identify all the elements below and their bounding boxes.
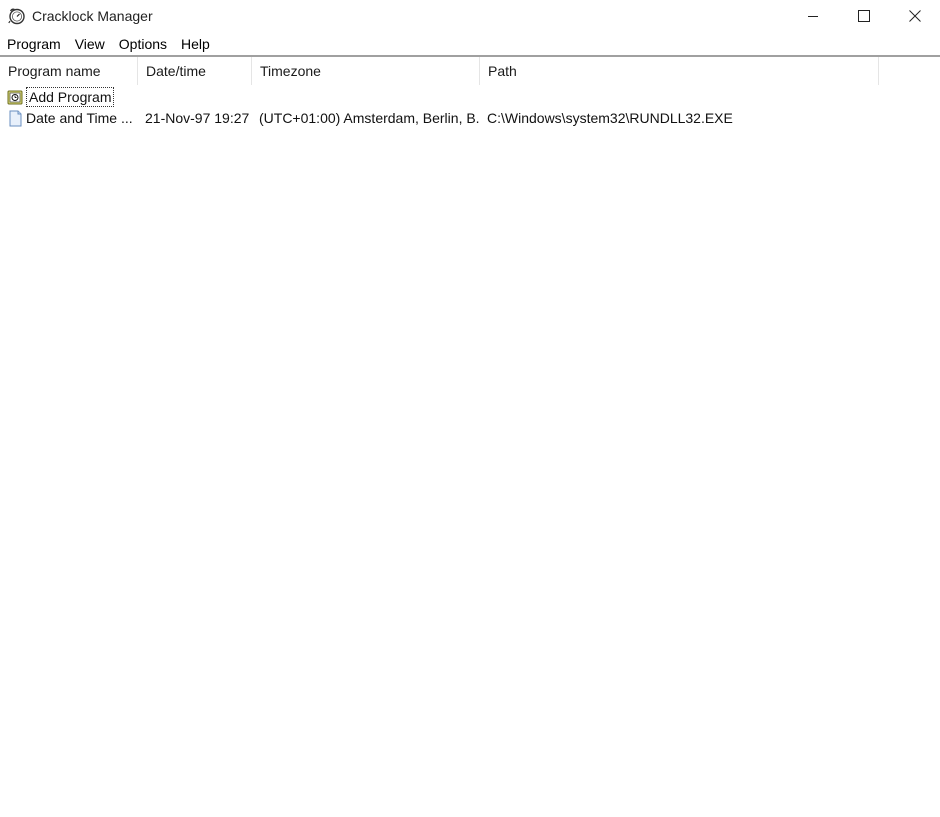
- title-bar[interactable]: Cracklock Manager: [0, 0, 940, 32]
- close-button[interactable]: [892, 0, 938, 32]
- add-program-icon: [7, 89, 24, 106]
- list-item-date-and-time[interactable]: Date and Time ... 21-Nov-97 19:27 (UTC+0…: [0, 107, 940, 129]
- cell-datetime: 21-Nov-97 19:27: [145, 110, 250, 126]
- document-icon: [7, 110, 24, 127]
- cracklock-clock-icon: [8, 7, 26, 25]
- menu-program[interactable]: Program: [0, 32, 68, 56]
- close-icon: [909, 10, 921, 22]
- cell-path: C:\Windows\system32\RUNDLL32.EXE: [487, 110, 733, 126]
- cell-program-name: Add Program: [0, 87, 138, 107]
- menu-options[interactable]: Options: [112, 32, 174, 56]
- minimize-icon: [807, 10, 819, 22]
- menu-help[interactable]: Help: [174, 32, 217, 56]
- column-header-datetime[interactable]: Date/time: [138, 57, 252, 85]
- menu-view[interactable]: View: [68, 32, 112, 56]
- minimize-button[interactable]: [790, 0, 836, 32]
- column-header-path[interactable]: Path: [480, 57, 879, 85]
- maximize-button[interactable]: [841, 0, 887, 32]
- menu-bar: Program View Options Help: [0, 32, 940, 56]
- maximize-icon: [858, 10, 870, 22]
- cell-timezone: (UTC+01:00) Amsterdam, Berlin, B...: [259, 110, 480, 126]
- list-item-add-program[interactable]: Add Program: [0, 86, 940, 108]
- program-name-label: Date and Time ...: [26, 110, 133, 126]
- program-list[interactable]: Program name Date/time Timezone Path Add…: [0, 57, 940, 817]
- program-name-label: Add Program: [26, 87, 115, 107]
- column-header-program-name[interactable]: Program name: [0, 57, 138, 85]
- cell-program-name: Date and Time ...: [0, 110, 138, 127]
- list-header: Program name Date/time Timezone Path: [0, 57, 940, 85]
- window-title: Cracklock Manager: [32, 8, 153, 24]
- column-header-timezone[interactable]: Timezone: [252, 57, 480, 85]
